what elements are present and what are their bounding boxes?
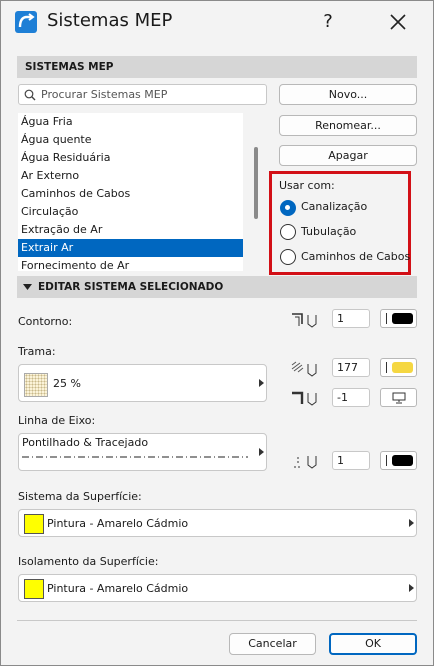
list-scrollbar[interactable] (254, 147, 258, 219)
list-item[interactable]: Água Fria (18, 113, 243, 131)
search-input[interactable]: Procurar Sistemas MEP (18, 84, 267, 105)
trama-background-pen-field[interactable]: -1 (332, 388, 370, 407)
contorno-color-swatch (392, 313, 413, 324)
novo-button[interactable]: Novo... (279, 84, 417, 105)
section-header-label: SISTEMAS MEP (25, 61, 114, 73)
close-icon[interactable] (385, 9, 411, 35)
radio-tubulacao-label: Tubulação (301, 225, 357, 238)
superficie-selector[interactable]: Pintura - Amarelo Cádmio (18, 509, 417, 537)
ok-button[interactable]: OK (329, 633, 417, 655)
collapse-triangle-icon (23, 284, 32, 290)
section-edit-label: EDITAR SISTEMA SELECIONADO (38, 281, 224, 293)
window-title: Sistemas MEP (47, 10, 173, 31)
contorno-color-button[interactable] (380, 309, 417, 328)
linha-eixo-selector[interactable]: Pontilhado & Tracejado (18, 433, 267, 471)
section-header-edit[interactable]: EDITAR SISTEMA SELECIONADO (17, 276, 417, 298)
list-item[interactable]: Extração de Ar (18, 221, 243, 239)
chevron-right-icon (259, 448, 264, 456)
archicad-logo-icon (15, 11, 37, 33)
superficie-value: Pintura - Amarelo Cádmio (47, 517, 189, 530)
trama-color-swatch (392, 362, 413, 373)
section-header-mep: SISTEMAS MEP (17, 56, 417, 78)
chevron-right-icon (409, 584, 414, 592)
contorno-pen-field[interactable]: 1 (332, 309, 370, 328)
background-pen-icon (292, 391, 317, 406)
list-item[interactable]: Fornecimento de Ar (18, 257, 243, 271)
systems-list[interactable]: Água Fria Água quente Água Residuária Ar… (18, 113, 243, 271)
trama-value: 25 % (53, 377, 81, 390)
list-item[interactable]: Circulação (18, 203, 243, 221)
radio-caminhos-cabos-label: Caminhos de Cabos (301, 250, 411, 263)
radio-caminhos-cabos[interactable] (280, 249, 296, 265)
apagar-button[interactable]: Apagar (279, 145, 417, 166)
linha-eixo-color-swatch (392, 455, 413, 466)
trama-selector[interactable]: 25 % (18, 364, 267, 402)
chevron-right-icon (409, 519, 414, 527)
superficie-color-swatch (24, 514, 44, 534)
fill-pattern-preview (24, 373, 48, 397)
list-item-selected[interactable]: Extrair Ar (18, 239, 243, 257)
list-item[interactable]: Água Residuária (18, 149, 243, 167)
axis-pen-icon (294, 456, 317, 469)
contorno-label: Contorno: (18, 315, 73, 328)
trama-pen-field[interactable]: 177 (332, 358, 370, 377)
line-type-preview (22, 456, 248, 458)
radio-tubulacao[interactable] (280, 224, 296, 240)
mep-systems-dialog: Sistemas MEP ? SISTEMAS MEP Procurar Sis… (0, 0, 434, 666)
search-icon (24, 89, 36, 101)
radio-canalizacao[interactable] (280, 200, 296, 216)
usar-com-label: Usar com: (279, 179, 335, 192)
isolamento-label: Isolamento da Superfície: (18, 555, 159, 568)
linha-eixo-color-button[interactable] (380, 451, 417, 470)
monitor-icon (392, 392, 406, 404)
linha-eixo-label: Linha de Eixo: (18, 414, 96, 427)
chevron-right-icon (259, 379, 264, 387)
linha-eixo-value: Pontilhado & Tracejado (22, 436, 149, 449)
list-item[interactable]: Ar Externo (18, 167, 243, 185)
list-item[interactable]: Caminhos de Cabos (18, 185, 243, 203)
list-item[interactable]: Água quente (18, 131, 243, 149)
cancel-button[interactable]: Cancelar (229, 633, 316, 655)
isolamento-selector[interactable]: Pintura - Amarelo Cádmio (18, 574, 417, 602)
transparent-background-button[interactable] (380, 388, 417, 407)
help-button[interactable]: ? (317, 9, 339, 35)
renomear-button[interactable]: Renomear... (279, 115, 417, 136)
linha-eixo-pen-field[interactable]: 1 (332, 451, 370, 470)
search-placeholder: Procurar Sistemas MEP (41, 88, 168, 101)
trama-label: Trama: (18, 345, 56, 358)
isolamento-color-swatch (24, 579, 44, 599)
radio-canalizacao-label: Canalização (301, 200, 368, 213)
fill-pen-icon (291, 361, 317, 377)
footer-divider (17, 620, 417, 621)
trama-color-button[interactable] (380, 358, 417, 377)
outline-pen-icon (292, 313, 317, 328)
superficie-label: Sistema da Superfície: (18, 490, 142, 503)
isolamento-value: Pintura - Amarelo Cádmio (47, 582, 189, 595)
